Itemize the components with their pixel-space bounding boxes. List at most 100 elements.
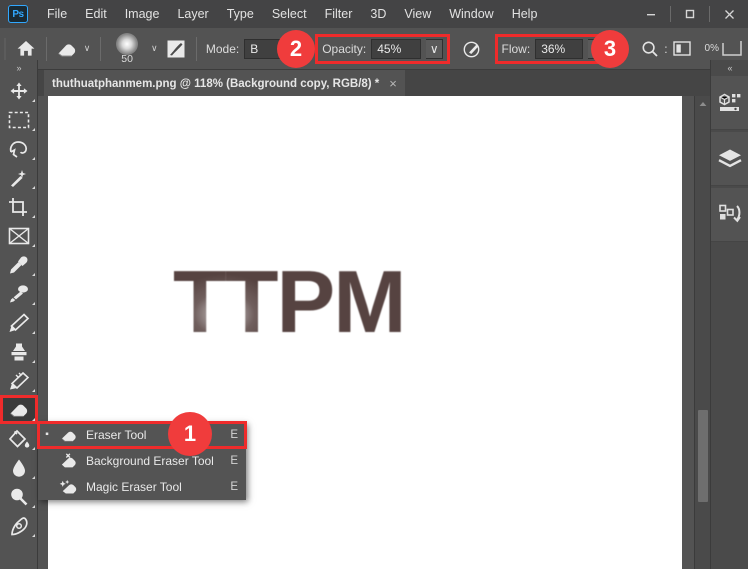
- flyout-item-magic-eraser-tool[interactable]: Magic Eraser Tool E: [38, 474, 246, 500]
- tool-group-indicator: [32, 244, 35, 247]
- pen-tool[interactable]: [0, 511, 38, 540]
- tool-group-indicator: [32, 389, 35, 392]
- tools-panel: »: [0, 60, 38, 569]
- properties-panel-button[interactable]: [711, 76, 748, 130]
- document-tab-title: thuthuatphanmem.png @ 118% (Background c…: [52, 78, 379, 90]
- chevron-down-icon[interactable]: ∨: [82, 43, 93, 54]
- tool-group-indicator: [32, 418, 35, 421]
- tools-panel-grip[interactable]: »: [0, 60, 37, 76]
- tablet-pressure-group: 0%: [700, 39, 748, 59]
- menu-item-3d[interactable]: 3D: [361, 3, 395, 25]
- pen-tool-icon: [8, 516, 30, 536]
- eraser-icon: [55, 38, 79, 60]
- move-tool-icon: [9, 81, 29, 101]
- menu-item-select[interactable]: Select: [263, 3, 316, 25]
- scroll-up-arrow-icon[interactable]: [695, 96, 711, 112]
- eyedropper-tool[interactable]: [0, 250, 38, 279]
- divider: [196, 37, 197, 61]
- menu-item-filter[interactable]: Filter: [316, 3, 362, 25]
- flyout-item-shortcut: E: [230, 429, 238, 441]
- history-brush-tool[interactable]: [0, 366, 38, 395]
- tool-preset-picker[interactable]: ∨: [51, 34, 97, 64]
- move-tool[interactable]: [0, 76, 38, 105]
- smoothing-settings-icon[interactable]: [673, 41, 691, 56]
- menu-item-edit[interactable]: Edit: [76, 3, 116, 25]
- clone-stamp-tool[interactable]: [0, 337, 38, 366]
- panel-dock: «: [710, 60, 748, 569]
- opacity-chevron-down-icon[interactable]: ∨: [426, 39, 443, 59]
- close-button[interactable]: [710, 0, 748, 28]
- history-panel-icon: [718, 203, 742, 227]
- opacity-input[interactable]: 45%: [371, 39, 421, 59]
- clone-stamp-icon: [8, 342, 30, 362]
- menu-item-image[interactable]: Image: [116, 3, 169, 25]
- opacity-label: Opacity:: [322, 42, 366, 56]
- flyout-item-eraser-tool[interactable]: ▪ Eraser Tool E: [38, 422, 246, 448]
- background-eraser-icon: [58, 453, 80, 470]
- flyout-item-label: Background Eraser Tool: [86, 454, 224, 468]
- minimize-icon: [645, 8, 657, 20]
- brush-settings-panel-button[interactable]: [160, 34, 192, 64]
- divider: [46, 37, 47, 61]
- divider: [100, 37, 101, 61]
- eyedropper-icon: [8, 255, 30, 275]
- history-panel-button[interactable]: [711, 188, 748, 242]
- dodge-tool[interactable]: [0, 482, 38, 511]
- blur-tool[interactable]: [0, 453, 38, 482]
- maximize-button[interactable]: [671, 0, 709, 28]
- dodge-tool-icon: [8, 487, 30, 507]
- tool-group-indicator: [32, 157, 35, 160]
- document-tab[interactable]: thuthuatphanmem.png @ 118% (Background c…: [44, 70, 405, 96]
- tool-group-indicator: [32, 505, 35, 508]
- panel-dock-collapse-button[interactable]: «: [711, 60, 748, 76]
- close-icon[interactable]: ×: [389, 79, 397, 89]
- flyout-item-background-eraser-tool[interactable]: Background Eraser Tool E: [38, 448, 246, 474]
- history-brush-icon: [8, 371, 30, 391]
- eraser-icon: [58, 427, 80, 444]
- airbrush-icon: [462, 39, 482, 59]
- checkmark-icon: ▪: [42, 430, 52, 440]
- tool-group-indicator: [32, 215, 35, 218]
- brush-tool-icon: [8, 313, 30, 333]
- airbrush-toggle-button[interactable]: [456, 34, 488, 64]
- minimize-button[interactable]: [632, 0, 670, 28]
- smoothing-icon[interactable]: [641, 40, 659, 58]
- rectangular-marquee-tool[interactable]: [0, 105, 38, 134]
- eraser-tool[interactable]: [0, 395, 38, 424]
- menu-item-layer[interactable]: Layer: [168, 3, 217, 25]
- canvas-artwork-text: TTPM: [173, 251, 405, 353]
- tablet-pressure-icon[interactable]: [721, 39, 743, 59]
- opacity-highlight-box: Opacity: 45% ∨: [315, 34, 450, 64]
- healing-brush-tool[interactable]: [0, 279, 38, 308]
- gradient-tool[interactable]: [0, 424, 38, 453]
- magic-wand-icon: [8, 168, 30, 188]
- flow-input[interactable]: 36%: [535, 39, 583, 59]
- menu-item-type[interactable]: Type: [218, 3, 263, 25]
- healing-brush-icon: [8, 284, 30, 304]
- close-icon: [723, 8, 736, 21]
- properties-panel-icon: [718, 91, 742, 115]
- crop-tool[interactable]: [0, 192, 38, 221]
- tool-group-indicator: [32, 534, 35, 537]
- brush-preset-chevron-down-icon[interactable]: ∨: [149, 43, 160, 54]
- menu-bar: Ps File Edit Image Layer Type Select Fil…: [0, 0, 748, 28]
- eraser-tool-icon: [7, 399, 31, 421]
- magic-wand-tool[interactable]: [0, 163, 38, 192]
- tool-group-indicator: [32, 331, 35, 334]
- menu-item-window[interactable]: Window: [440, 3, 502, 25]
- menu-item-file[interactable]: File: [38, 3, 76, 25]
- flyout-item-label: Magic Eraser Tool: [86, 480, 224, 494]
- scrollbar-thumb[interactable]: [698, 410, 708, 502]
- home-button[interactable]: [10, 34, 42, 64]
- brush-tool[interactable]: [0, 308, 38, 337]
- frame-tool[interactable]: [0, 221, 38, 250]
- window-controls: [632, 0, 748, 28]
- lasso-tool[interactable]: [0, 134, 38, 163]
- menu-item-help[interactable]: Help: [503, 3, 547, 25]
- smoothing-group: :: [636, 40, 695, 58]
- layers-panel-button[interactable]: [711, 132, 748, 186]
- brush-size-preview[interactable]: 50: [105, 29, 149, 69]
- menu-item-view[interactable]: View: [395, 3, 440, 25]
- tool-group-indicator: [32, 302, 35, 305]
- canvas-vertical-scrollbar[interactable]: [694, 96, 710, 569]
